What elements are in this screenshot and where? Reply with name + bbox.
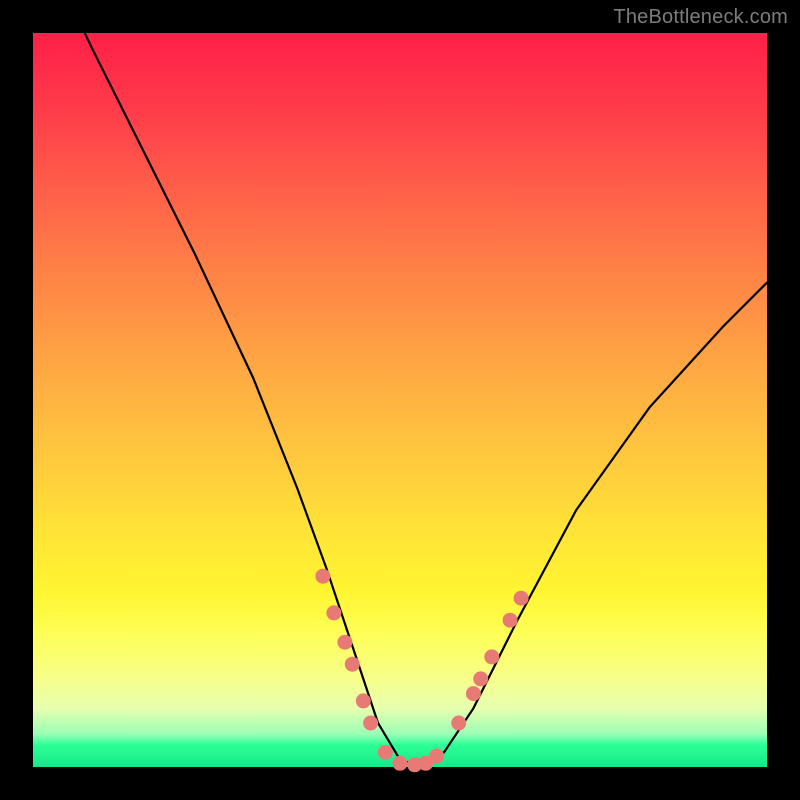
data-marker: [473, 671, 488, 686]
bottleneck-curve: [33, 0, 767, 767]
data-markers: [315, 569, 528, 773]
curve-svg: [33, 33, 767, 767]
data-marker: [363, 716, 378, 731]
chart-frame: TheBottleneck.com: [0, 0, 800, 800]
data-marker: [514, 591, 529, 606]
data-marker: [315, 569, 330, 584]
data-marker: [466, 686, 481, 701]
data-marker: [393, 756, 408, 771]
data-marker: [345, 657, 360, 672]
data-marker: [378, 745, 393, 760]
data-marker: [451, 716, 466, 731]
data-marker: [356, 693, 371, 708]
data-marker: [484, 649, 499, 664]
data-marker: [326, 605, 341, 620]
data-marker: [337, 635, 352, 650]
plot-area: [33, 33, 767, 767]
watermark-text: TheBottleneck.com: [613, 6, 788, 29]
data-marker: [503, 613, 518, 628]
data-marker: [429, 749, 444, 764]
